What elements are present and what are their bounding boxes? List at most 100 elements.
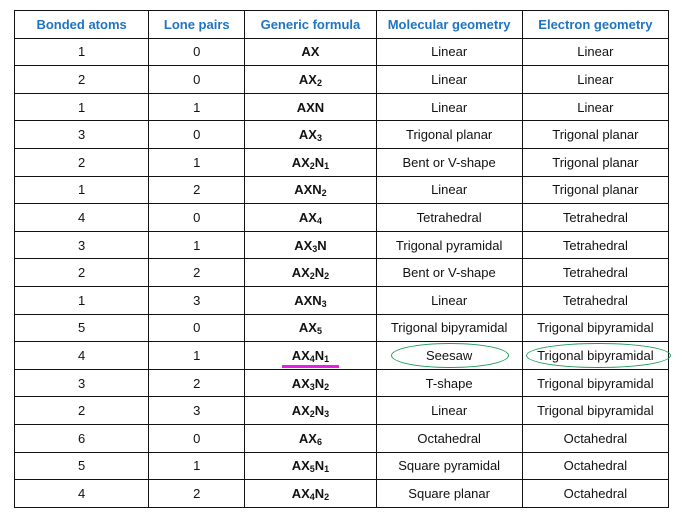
table-row: 2 2 AX2N2 Bent or V-shape Tetrahedral (13, 258, 670, 287)
electron-geometry-cell: Trigonal planar (521, 147, 670, 177)
bonded-atoms-cell: 2 (13, 147, 150, 177)
molecular-geometry-cell: Tetrahedral (375, 203, 523, 232)
table-row: 1 0 AX Linear Linear (13, 37, 670, 67)
lone-pairs-cell: 0 (148, 120, 246, 149)
generic-formula-cell: AX3N2 (244, 368, 377, 398)
table-row: 2 3 AX2N3 Linear Trigonal bipyramidal (13, 396, 670, 425)
electron-geometry-cell: Octahedral (521, 451, 670, 481)
molecular-geometry-cell: Seesaw (375, 341, 523, 370)
molecular-geometry-cell: Bent or V-shape (375, 258, 523, 287)
formula-text: AX2 (298, 71, 322, 88)
generic-formula-cell: AXN2 (244, 175, 377, 205)
formula-underline-annotation (281, 364, 340, 368)
electron-geometry-cell: Trigonal bipyramidal (521, 368, 670, 398)
formula-text: AX4N2 (291, 485, 330, 502)
header-bonded-atoms: Bonded atoms (13, 10, 150, 39)
formula-text: AX (301, 44, 320, 60)
formula-text: AX5 (298, 320, 322, 337)
lone-pairs-cell: 1 (148, 230, 246, 260)
lone-pairs-cell: 1 (148, 341, 246, 370)
generic-formula-cell: AX5N1 (244, 451, 377, 481)
lone-pairs-cell: 0 (148, 65, 246, 94)
table-row: 1 1 AXN Linear Linear (13, 92, 670, 122)
electron-geometry-cell: Trigonal planar (521, 120, 670, 149)
formula-text: AX3N2 (291, 375, 330, 392)
electron-geometry-cell: Linear (521, 37, 670, 67)
molecular-geometry-cell: Linear (375, 175, 523, 205)
formula-text: AX2N2 (291, 265, 330, 282)
molecular-geometry-cell: Square planar (375, 479, 523, 508)
header-row: Bonded atoms Lone pairs Generic formula … (13, 10, 670, 39)
bonded-atoms-cell: 4 (13, 479, 150, 508)
header-molecular-geometry: Molecular geometry (375, 10, 523, 39)
molecular-geometry-cell: Linear (375, 285, 523, 315)
molecular-geometry-cell: Linear (375, 396, 523, 425)
lone-pairs-cell: 1 (148, 451, 246, 481)
molecular-geometry-cell: Trigonal bipyramidal (375, 313, 523, 343)
formula-text: AXN2 (294, 182, 327, 199)
generic-formula-cell: AX2N2 (244, 258, 377, 287)
bonded-atoms-cell: 1 (13, 285, 150, 315)
lone-pairs-cell: 2 (148, 368, 246, 398)
lone-pairs-cell: 0 (148, 313, 246, 343)
bonded-atoms-cell: 3 (13, 230, 150, 260)
formula-text: AXN (296, 99, 325, 115)
lone-pairs-cell: 2 (148, 175, 246, 205)
table-row: 4 1 AX4N1 Seesaw Trigonal bipyramidal (13, 341, 670, 370)
electron-geometry-cell: Tetrahedral (521, 230, 670, 260)
lone-pairs-cell: 0 (148, 37, 246, 67)
lone-pairs-cell: 3 (148, 285, 246, 315)
generic-formula-cell: AX (244, 37, 377, 67)
generic-formula-cell: AX2N3 (244, 396, 377, 425)
lone-pairs-cell: 1 (148, 92, 246, 122)
lone-pairs-cell: 1 (148, 147, 246, 177)
molecular-geometry-cell: Octahedral (375, 423, 523, 453)
generic-formula-cell: AX3 (244, 120, 377, 149)
bonded-atoms-cell: 3 (13, 120, 150, 149)
electron-geometry-cell: Linear (521, 65, 670, 94)
bonded-atoms-cell: 2 (13, 258, 150, 287)
molecular-geometry-cell: Square pyramidal (375, 451, 523, 481)
table-row: 6 0 AX6 Octahedral Octahedral (13, 423, 670, 453)
generic-formula-cell: AX4 (244, 203, 377, 232)
molecular-geometry-cell: Trigonal pyramidal (375, 230, 523, 260)
formula-text: AX6 (298, 430, 322, 447)
generic-formula-cell: AX6 (244, 423, 377, 453)
generic-formula-cell: AX3N (244, 230, 377, 260)
lone-pairs-cell: 0 (148, 203, 246, 232)
formula-text: AX3N (294, 237, 327, 254)
electron-geometry-cell: Trigonal bipyramidal (521, 396, 670, 425)
lone-pairs-cell: 0 (148, 423, 246, 453)
bonded-atoms-cell: 1 (13, 175, 150, 205)
header-lone-pairs: Lone pairs (148, 10, 246, 39)
table-row: 3 2 AX3N2 T-shape Trigonal bipyramidal (13, 368, 670, 398)
lone-pairs-cell: 2 (148, 258, 246, 287)
formula-text: AX2N3 (291, 403, 330, 420)
formula-text: AX2N1 (291, 154, 330, 171)
table-row: 3 1 AX3N Trigonal pyramidal Tetrahedral (13, 230, 670, 260)
bonded-atoms-cell: 1 (13, 37, 150, 67)
table-row: 1 3 AXN3 Linear Tetrahedral (13, 285, 670, 315)
molecular-geometry-cell: T-shape (375, 368, 523, 398)
molecular-geometry-cell: Linear (375, 65, 523, 94)
electron-geometry-cell: Tetrahedral (521, 258, 670, 287)
molecular-geometry-cell: Trigonal planar (375, 120, 523, 149)
electron-geometry-cell: Tetrahedral (521, 285, 670, 315)
bonded-atoms-cell: 6 (13, 423, 150, 453)
bonded-atoms-cell: 2 (13, 396, 150, 425)
electron-geometry-cell: Octahedral (521, 423, 670, 453)
bonded-atoms-cell: 5 (13, 313, 150, 343)
bonded-atoms-cell: 5 (13, 451, 150, 481)
molecular-geometry-cell: Linear (375, 92, 523, 122)
table-row: 5 0 AX5 Trigonal bipyramidal Trigonal bipyra… (13, 313, 670, 343)
generic-formula-cell: AX2 (244, 65, 377, 94)
formula-text: AX3 (298, 127, 322, 144)
table-row: 4 0 AX4 Tetrahedral Tetrahedral (13, 203, 670, 232)
lone-pairs-cell: 3 (148, 396, 246, 425)
formula-text: AXN3 (294, 292, 327, 309)
table-row: 5 1 AX5N1 Square pyramidal Octahedral (13, 451, 670, 481)
molecular-geometry-cell: Bent or V-shape (375, 147, 523, 177)
generic-formula-cell: AX4N1 (244, 341, 377, 370)
generic-formula-cell: AXN (244, 92, 377, 122)
table-row: 2 1 AX2N1 Bent or V-shape Trigonal planar (13, 147, 670, 177)
